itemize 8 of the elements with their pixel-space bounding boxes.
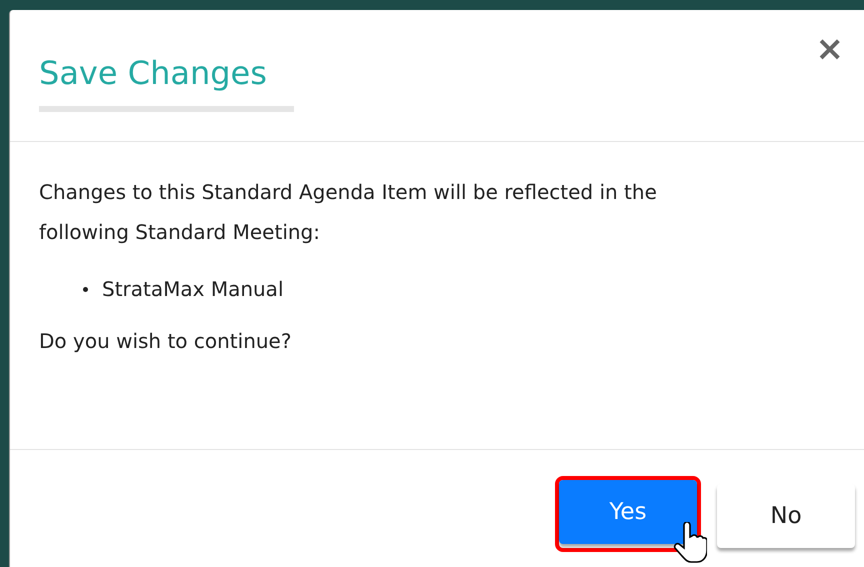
- message-text: Changes to this Standard Agenda Item will be reflected in the following Standard Meeting:: [39, 179, 658, 246]
- bullet-icon: [83, 286, 88, 292]
- dialog-title: Save Changes: [39, 54, 294, 112]
- question-text: Do you wish to continue?: [39, 328, 292, 355]
- yes-button[interactable]: Yes: [559, 480, 697, 544]
- no-button[interactable]: No: [717, 484, 855, 548]
- list-item: StrataMax Manual: [102, 276, 284, 303]
- close-button[interactable]: ×: [816, 32, 844, 66]
